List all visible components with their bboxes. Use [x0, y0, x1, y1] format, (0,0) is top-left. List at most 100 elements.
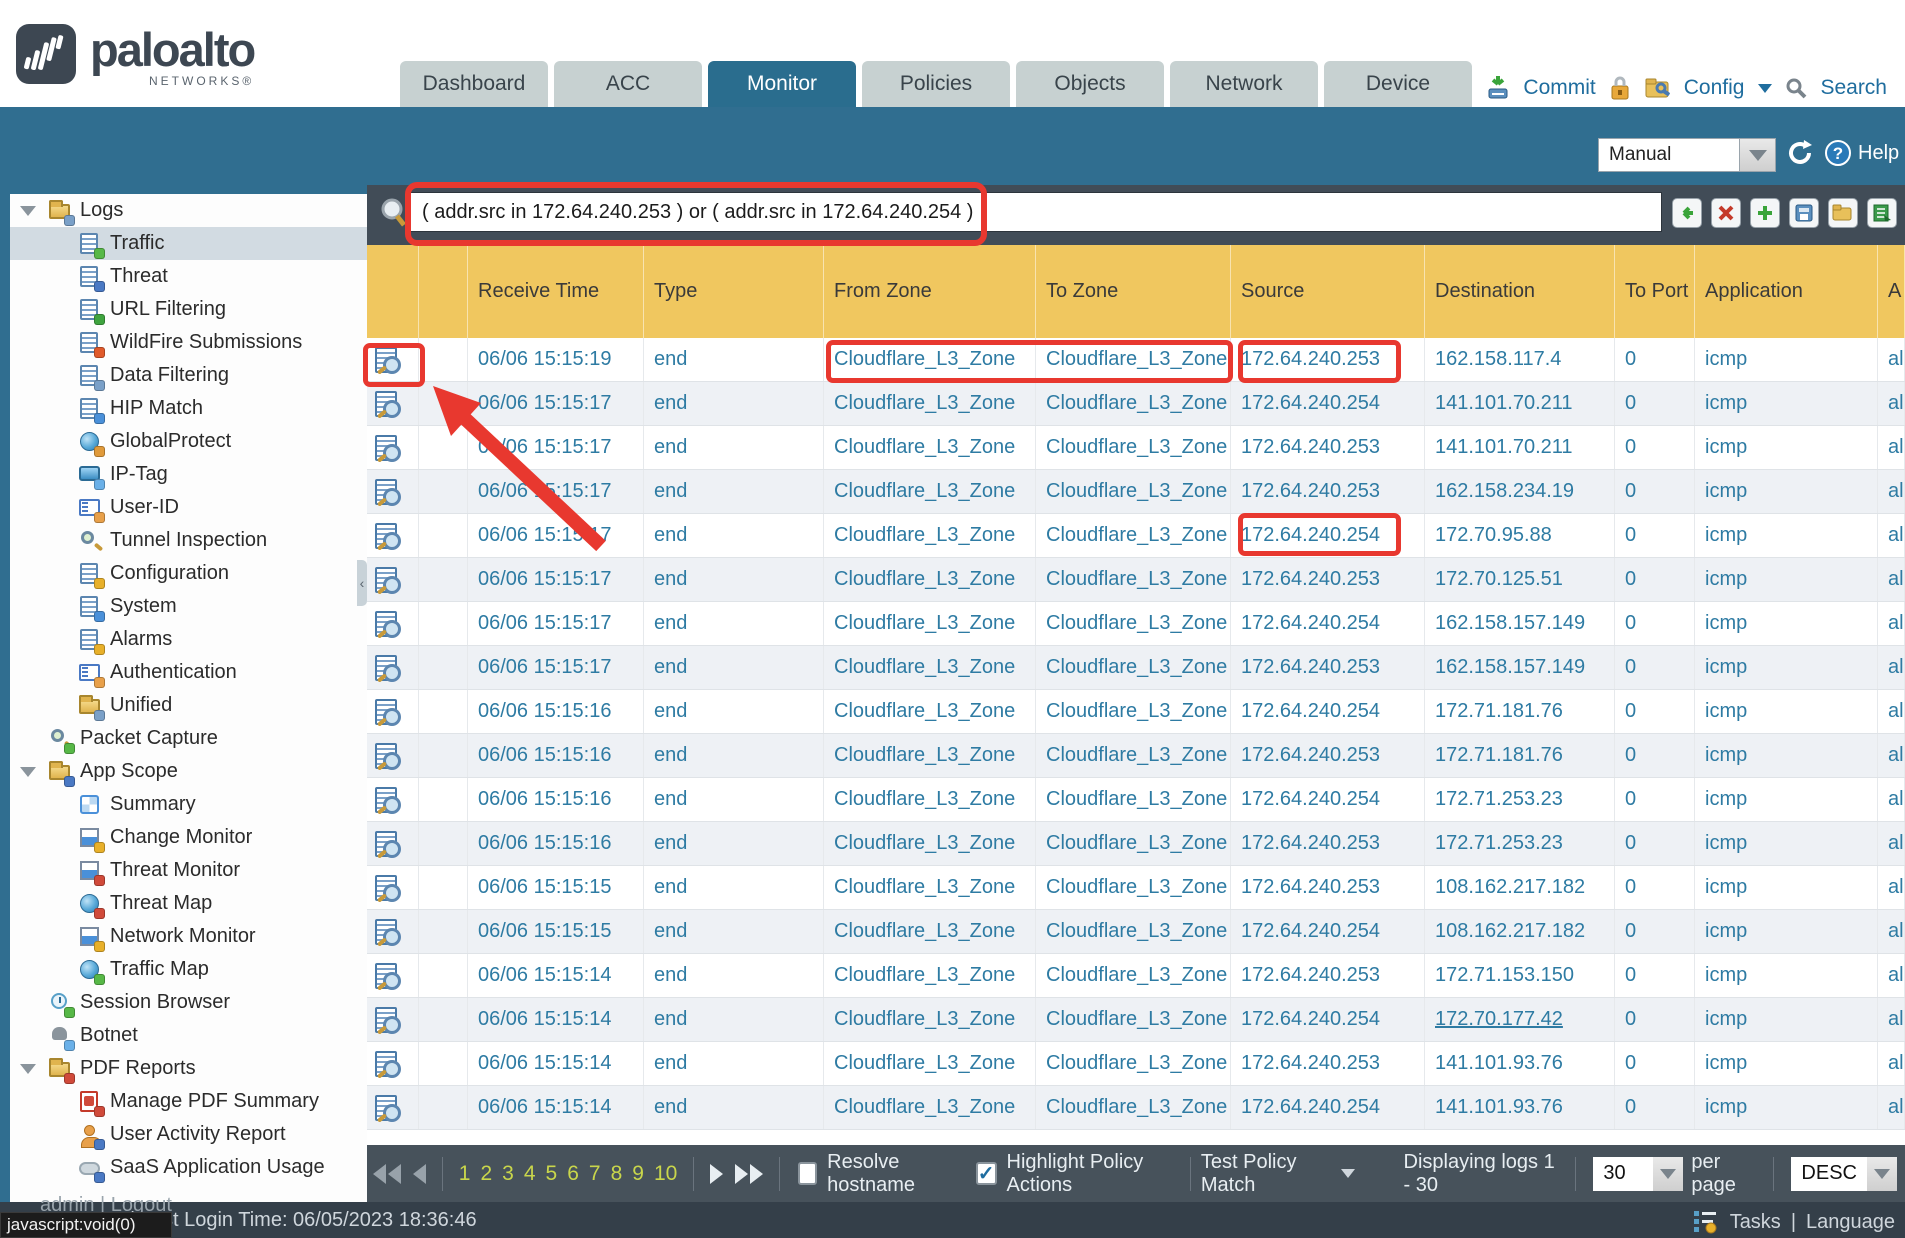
cell-to_zone[interactable]: Cloudflare_L3_Zone	[1036, 426, 1231, 469]
cell-to_port[interactable]: 0	[1615, 690, 1695, 733]
sort-order-value[interactable]: DESC	[1791, 1157, 1867, 1191]
cell-to_port[interactable]: 0	[1615, 602, 1695, 645]
sidebar-item-data-filtering[interactable]: Data Filtering	[10, 359, 367, 392]
expand-arrow-icon[interactable]	[20, 767, 36, 777]
cell-type[interactable]: end	[644, 998, 824, 1041]
cell-to_port[interactable]: 0	[1615, 558, 1695, 601]
sidebar-item-tunnel-inspection[interactable]: Tunnel Inspection	[10, 524, 367, 557]
help-link[interactable]: Help	[1858, 142, 1899, 165]
cell-receive_time[interactable]: 06/06 15:15:17	[468, 646, 644, 689]
cell-to_port[interactable]: 0	[1615, 778, 1695, 821]
cell-type[interactable]: end	[644, 1086, 824, 1129]
cell-from_zone[interactable]: Cloudflare_L3_Zone	[824, 602, 1036, 645]
last-page-button[interactable]	[735, 1164, 763, 1184]
cell-to_port[interactable]: 0	[1615, 866, 1695, 909]
search-button[interactable]: Search	[1820, 76, 1887, 100]
sidebar-item-ip-tag[interactable]: IP-Tag	[10, 458, 367, 491]
per-page-select[interactable]: 30	[1593, 1157, 1683, 1191]
commit-button[interactable]: Commit	[1523, 76, 1595, 100]
cell-source[interactable]: 172.64.240.253	[1231, 338, 1425, 381]
log-detail-cell[interactable]	[367, 998, 419, 1041]
column-header-from_zone[interactable]: From Zone	[824, 245, 1036, 338]
sidebar-item-threat-map[interactable]: Threat Map	[10, 887, 367, 920]
cell-action[interactable]: al	[1878, 690, 1905, 733]
log-detail-cell[interactable]	[367, 602, 419, 645]
sidebar-item-app-scope[interactable]: App Scope	[10, 755, 367, 788]
cell-type[interactable]: end	[644, 426, 824, 469]
tab-dashboard[interactable]: Dashboard	[400, 61, 548, 107]
log-detail-cell[interactable]	[367, 646, 419, 689]
cell-to_zone[interactable]: Cloudflare_L3_Zone	[1036, 602, 1231, 645]
cell-to_port[interactable]: 0	[1615, 910, 1695, 953]
resolve-hostname-checkbox[interactable]	[798, 1162, 817, 1185]
cell-receive_time[interactable]: 06/06 15:15:14	[468, 1086, 644, 1129]
cell-application[interactable]: icmp	[1695, 338, 1878, 381]
sidebar-item-user-id[interactable]: User-ID	[10, 491, 367, 524]
cell-source[interactable]: 172.64.240.254	[1231, 910, 1425, 953]
cell-to_port[interactable]: 0	[1615, 382, 1695, 425]
cell-application[interactable]: icmp	[1695, 866, 1878, 909]
filter-query-input[interactable]	[407, 192, 1662, 232]
page-number-9[interactable]: 9	[632, 1162, 644, 1186]
sidebar-item-threat[interactable]: Threat	[10, 260, 367, 293]
cell-action[interactable]: al	[1878, 646, 1905, 689]
log-detail-cell[interactable]	[367, 426, 419, 469]
cell-to_port[interactable]: 0	[1615, 426, 1695, 469]
cell-application[interactable]: icmp	[1695, 910, 1878, 953]
sidebar-item-hip-match[interactable]: HIP Match	[10, 392, 367, 425]
column-header-type[interactable]: Type	[644, 245, 824, 338]
per-page-value[interactable]: 30	[1593, 1157, 1653, 1191]
tab-network[interactable]: Network	[1170, 61, 1318, 107]
cell-receive_time[interactable]: 06/06 15:15:19	[468, 338, 644, 381]
cell-to_port[interactable]: 0	[1615, 646, 1695, 689]
cell-from_zone[interactable]: Cloudflare_L3_Zone	[824, 910, 1036, 953]
lock-icon[interactable]	[1608, 75, 1632, 101]
log-detail-icon[interactable]	[375, 391, 397, 417]
prev-page-button[interactable]	[413, 1164, 426, 1184]
refresh-interval-value[interactable]: Manual	[1598, 138, 1740, 172]
cell-destination[interactable]: 162.158.157.149	[1425, 602, 1615, 645]
cell-to_zone[interactable]: Cloudflare_L3_Zone	[1036, 558, 1231, 601]
cell-to_zone[interactable]: Cloudflare_L3_Zone	[1036, 690, 1231, 733]
cell-to_zone[interactable]: Cloudflare_L3_Zone	[1036, 382, 1231, 425]
cell-application[interactable]: icmp	[1695, 382, 1878, 425]
cell-receive_time[interactable]: 06/06 15:15:15	[468, 910, 644, 953]
cell-to_zone[interactable]: Cloudflare_L3_Zone	[1036, 1086, 1231, 1129]
export-csv-icon[interactable]	[1867, 198, 1897, 228]
cell-action[interactable]: al	[1878, 822, 1905, 865]
cell-to_zone[interactable]: Cloudflare_L3_Zone	[1036, 778, 1231, 821]
cell-destination[interactable]: 141.101.93.76	[1425, 1042, 1615, 1085]
cell-source[interactable]: 172.64.240.254	[1231, 690, 1425, 733]
cell-to_zone[interactable]: Cloudflare_L3_Zone	[1036, 954, 1231, 997]
cell-receive_time[interactable]: 06/06 15:15:17	[468, 558, 644, 601]
first-page-button[interactable]	[373, 1164, 401, 1184]
page-number-3[interactable]: 3	[502, 1162, 514, 1186]
cell-type[interactable]: end	[644, 514, 824, 557]
cell-receive_time[interactable]: 06/06 15:15:17	[468, 602, 644, 645]
column-header-source[interactable]: Source	[1231, 245, 1425, 338]
log-detail-cell[interactable]	[367, 910, 419, 953]
cell-source[interactable]: 172.64.240.254	[1231, 778, 1425, 821]
cell-destination[interactable]: 162.158.157.149	[1425, 646, 1615, 689]
cell-from_zone[interactable]: Cloudflare_L3_Zone	[824, 470, 1036, 513]
log-detail-cell[interactable]	[367, 822, 419, 865]
cell-application[interactable]: icmp	[1695, 954, 1878, 997]
cell-receive_time[interactable]: 06/06 15:15:14	[468, 1042, 644, 1085]
tasks-icon[interactable]	[1692, 1209, 1720, 1235]
log-detail-icon[interactable]	[375, 655, 397, 681]
cell-to_zone[interactable]: Cloudflare_L3_Zone	[1036, 338, 1231, 381]
config-button[interactable]: Config	[1684, 76, 1745, 100]
cell-type[interactable]: end	[644, 734, 824, 777]
page-number-10[interactable]: 10	[654, 1162, 677, 1186]
cell-from_zone[interactable]: Cloudflare_L3_Zone	[824, 1042, 1036, 1085]
log-detail-icon[interactable]	[375, 1007, 397, 1033]
sidebar-item-manage-pdf-summary[interactable]: Manage PDF Summary	[10, 1085, 367, 1118]
cell-from_zone[interactable]: Cloudflare_L3_Zone	[824, 998, 1036, 1041]
cell-destination[interactable]: 141.101.70.211	[1425, 382, 1615, 425]
cell-action[interactable]: al	[1878, 470, 1905, 513]
cell-application[interactable]: icmp	[1695, 646, 1878, 689]
cell-to_zone[interactable]: Cloudflare_L3_Zone	[1036, 734, 1231, 777]
cell-source[interactable]: 172.64.240.253	[1231, 954, 1425, 997]
tab-policies[interactable]: Policies	[862, 61, 1010, 107]
cell-destination[interactable]: 108.162.217.182	[1425, 866, 1615, 909]
